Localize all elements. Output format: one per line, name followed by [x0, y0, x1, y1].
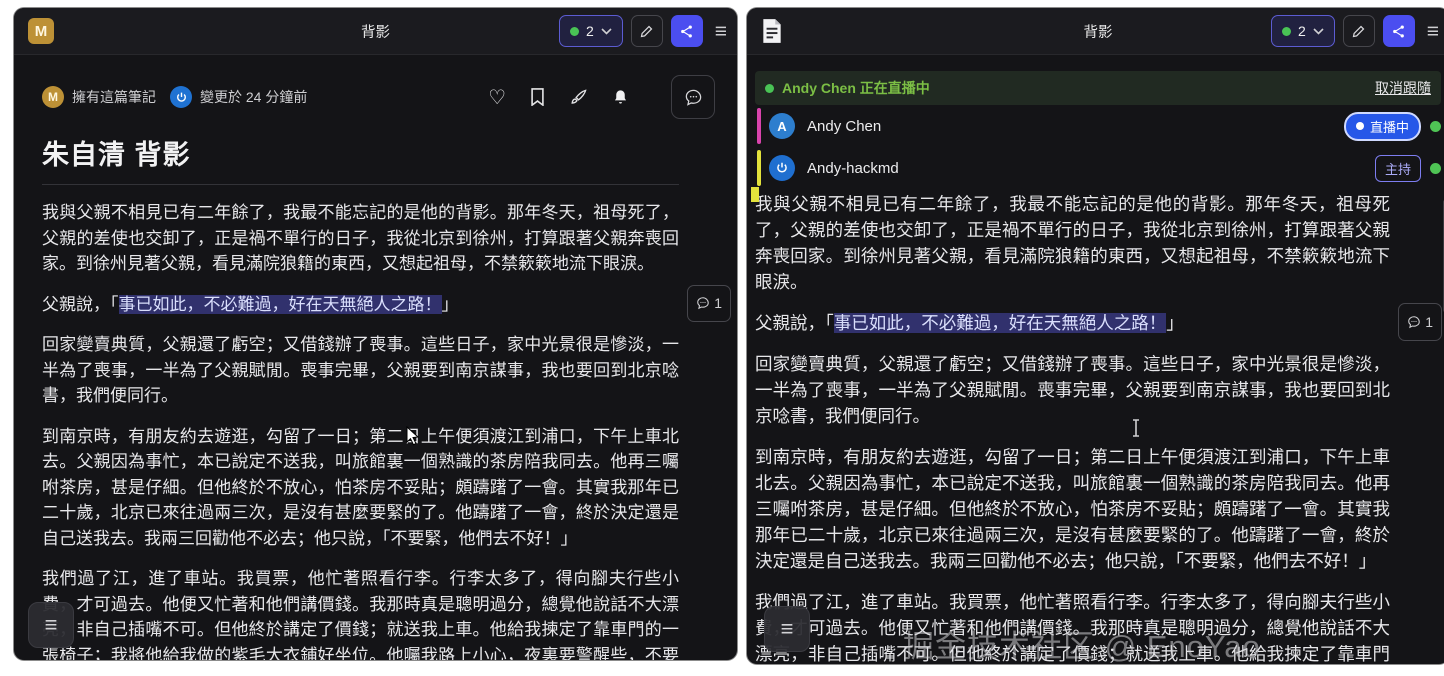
- avatar: A: [769, 113, 795, 139]
- pencil-icon: [640, 25, 653, 37]
- comment-count: 1: [714, 294, 722, 311]
- workspace-logo[interactable]: M: [28, 18, 54, 44]
- note-meta-row: M 擁有這篇筆記 變更於 24 分鐘前 ♡: [42, 75, 715, 119]
- online-users-dropdown[interactable]: 2: [1270, 15, 1335, 47]
- host-badge: 主持: [1374, 154, 1421, 182]
- quote-prefix: 父親說，「: [42, 294, 119, 314]
- edit-button[interactable]: [630, 15, 663, 47]
- floating-menu-button[interactable]: ≡: [764, 606, 810, 652]
- comment-bubble-icon: [1408, 316, 1420, 329]
- paragraph: 回家變賣典質，父親還了虧空；又借錢辦了喪事。這些日子，家中光景很是慘淡，一半為了…: [755, 354, 1390, 426]
- broadcast-dot-icon: [765, 83, 774, 93]
- editor-avatar[interactable]: [170, 86, 192, 108]
- user-color-bar: [757, 108, 761, 144]
- quote-prefix: 父親說，「: [755, 313, 834, 333]
- highlighted-quote[interactable]: 事已如此，不必難過，好在天無絕人之路！: [833, 313, 1167, 333]
- remote-cursor-caret: [751, 187, 759, 202]
- owner-label: 擁有這篇筆記: [72, 89, 156, 105]
- comment-bubble-icon: [685, 89, 701, 106]
- presence-dot-icon: [1430, 162, 1441, 174]
- paragraph: 回家變賣典質，父親還了虧空；又借錢辦了喪事。這些日子，家中光景很是慘淡，一半為了…: [42, 335, 679, 405]
- paragraph: 到南京時，有朋友約去遊逛，勾留了一日；第二日上午便須渡江到浦口，下午上車北去。父…: [42, 426, 679, 548]
- user-color-bar: [757, 150, 761, 186]
- share-nodes-icon: [1393, 25, 1405, 37]
- chevron-down-icon: [601, 27, 612, 35]
- owner-avatar[interactable]: M: [42, 86, 64, 108]
- unfollow-link[interactable]: 取消跟隨: [1375, 78, 1431, 98]
- online-count: 2: [1297, 23, 1306, 39]
- watermark: 掘金技术社区 @ EnoYao: [903, 629, 1261, 664]
- online-dot-icon: [569, 26, 579, 36]
- online-count: 2: [585, 23, 594, 39]
- menu-button[interactable]: ≡: [715, 21, 727, 42]
- online-users-dropdown[interactable]: 2: [558, 15, 623, 47]
- floating-menu-button[interactable]: ≡: [28, 602, 74, 648]
- paragraph-quote: 父親說，「事已如此，不必難過，好在天無絕人之路！」 1: [755, 303, 1442, 341]
- inline-comment-badge[interactable]: 1: [687, 284, 731, 322]
- comment-count: 1: [1425, 314, 1433, 330]
- share-button[interactable]: [1382, 15, 1415, 47]
- like-button[interactable]: ♡: [488, 85, 506, 110]
- edit-button[interactable]: [1342, 15, 1375, 47]
- document-icon[interactable]: [761, 18, 783, 44]
- paragraph: 到南京時，有朋友約去遊逛，勾留了一日；第二日上午便須渡江到浦口，下午上車北去。父…: [755, 447, 1390, 571]
- updated-label: 變更於 24 分鐘前: [200, 89, 308, 105]
- pencil-icon: [1352, 25, 1365, 37]
- online-user-list: A Andy Chen 直播中 Andy-hackmd 主持: [755, 105, 1444, 189]
- user-name: Andy-hackmd: [807, 159, 899, 177]
- document-view: 我與父親不相見已有二年餘了，我最不能忘記的是他的背影。那年冬天，祖母死了，父親的…: [747, 187, 1444, 664]
- paragraph: 我們過了江，進了車站。我買票，他忙著照看行李。行李太多了，得向腳夫行些小費，才可…: [42, 569, 679, 660]
- document-title: 朱自清 背影: [42, 140, 191, 170]
- paragraph: 我與父親不相見已有二年餘了，我最不能忘記的是他的背影。那年冬天，祖母死了，父親的…: [42, 203, 679, 273]
- bell-icon[interactable]: [612, 88, 629, 107]
- paragraph-quote: 父親說，「事已如此，不必難過，好在天無絕人之路！」 1: [42, 284, 731, 322]
- mouse-cursor-icon: [405, 426, 421, 446]
- chevron-down-icon: [1313, 27, 1324, 35]
- bookmark-icon[interactable]: [530, 88, 545, 106]
- paragraph: 我與父親不相見已有二年餘了，我最不能忘記的是他的背影。那年冬天，祖母死了，父親的…: [755, 194, 1390, 292]
- note-window-left: M 背影 2 ≡ M 擁有這篇筆記 變更於 24 分鐘前 ♡ 朱自清 背影 我與…: [14, 8, 737, 660]
- note-window-right: 背影 2 ≡ Andy Chen 正在直播中 取消跟隨 A Andy Chen: [747, 8, 1444, 664]
- live-badge[interactable]: 直播中: [1343, 111, 1421, 141]
- comment-bubble-icon: [697, 297, 709, 310]
- titlebar: M 背影 2 ≡: [14, 8, 737, 55]
- comments-panel-button[interactable]: [671, 75, 715, 119]
- user-name: Andy Chen: [807, 117, 882, 135]
- power-icon: [777, 162, 787, 173]
- live-badge-label: 直播中: [1369, 119, 1409, 135]
- document-view: 朱自清 背影 我與父親不相見已有二年餘了，我最不能忘記的是他的背影。那年冬天，祖…: [14, 133, 737, 660]
- broadcast-label: Andy Chen 正在直播中: [782, 80, 930, 96]
- menu-button[interactable]: ≡: [1427, 21, 1439, 42]
- share-button[interactable]: [670, 15, 703, 47]
- online-dot-icon: [1281, 26, 1291, 36]
- brush-icon[interactable]: [569, 88, 588, 107]
- share-nodes-icon: [681, 25, 693, 37]
- live-dot-icon: [1355, 122, 1364, 130]
- user-row[interactable]: Andy-hackmd 主持: [755, 147, 1444, 189]
- titlebar: 背影 2 ≡: [747, 8, 1444, 55]
- power-icon: [176, 92, 186, 102]
- inline-comment-badge[interactable]: 1: [1398, 303, 1442, 341]
- avatar: [769, 155, 795, 181]
- highlighted-quote[interactable]: 事已如此，不必難過，好在天無絕人之路！: [118, 294, 442, 314]
- title-divider: [42, 184, 679, 185]
- user-row[interactable]: A Andy Chen 直播中: [755, 105, 1444, 147]
- presence-dot-icon: [1430, 120, 1441, 132]
- quote-suffix: 」: [441, 294, 459, 314]
- quote-suffix: 」: [1166, 313, 1184, 333]
- broadcast-banner: Andy Chen 正在直播中 取消跟隨: [755, 71, 1441, 105]
- text-cursor-icon: [1131, 419, 1141, 437]
